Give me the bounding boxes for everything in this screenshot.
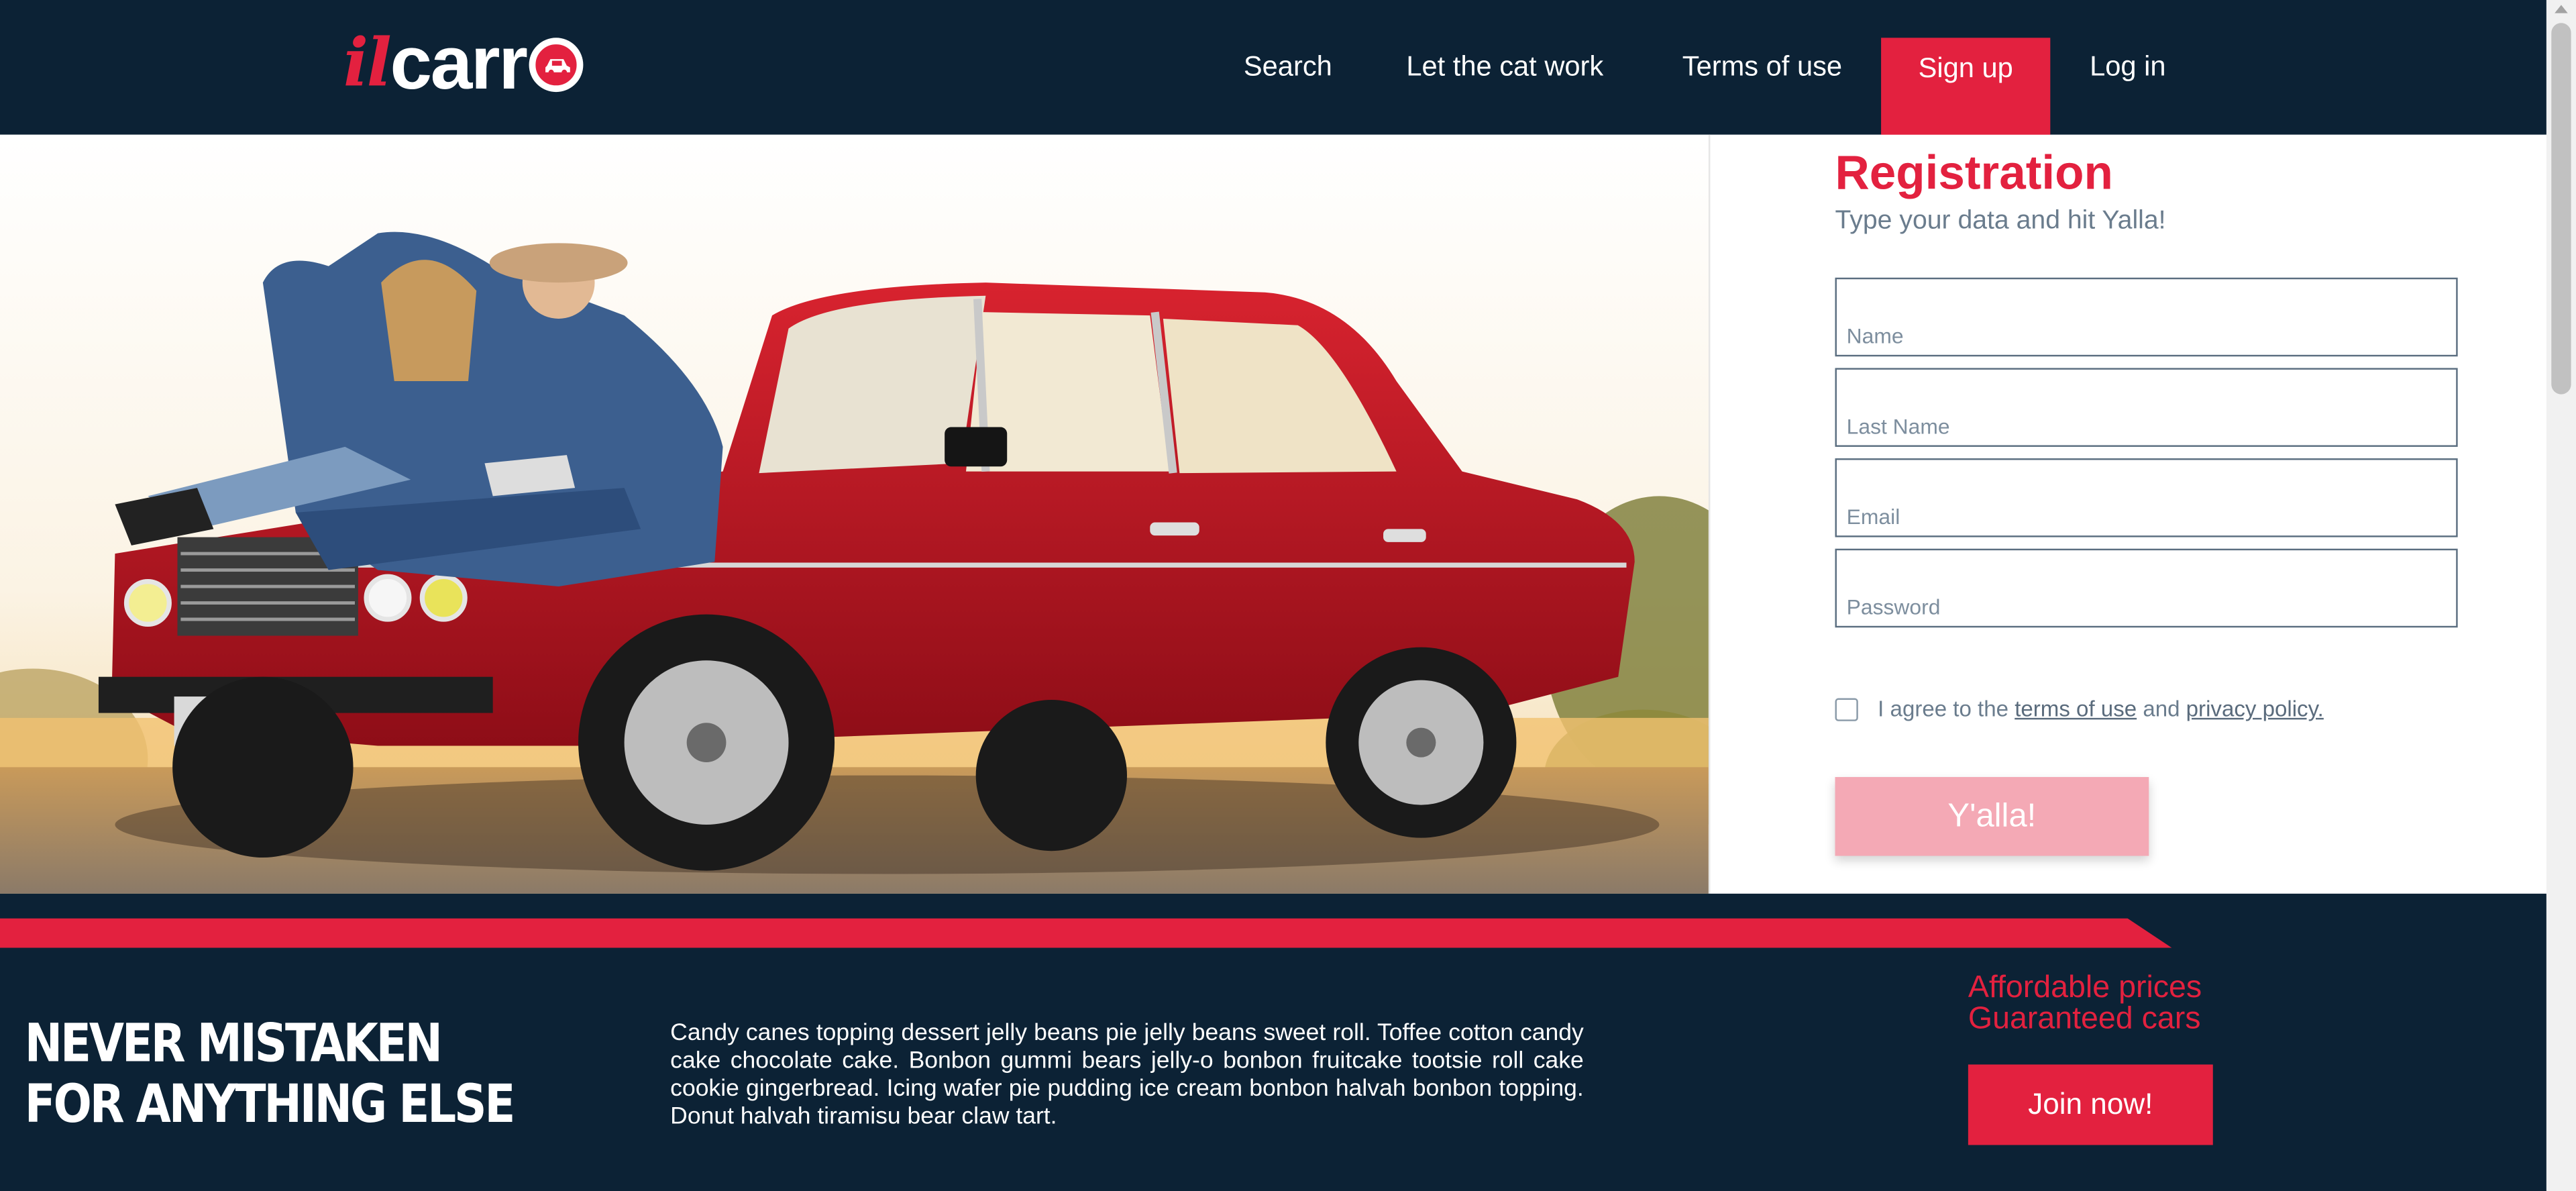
registration-subtitle: Type your data and hit Yalla!: [1835, 207, 2166, 236]
accent-stripe: [0, 918, 2172, 948]
join-now-button[interactable]: Join now!: [1968, 1064, 2213, 1145]
nav-let-the-cat-work[interactable]: Let the cat work: [1406, 0, 1603, 135]
agree-text-mid: and: [2137, 696, 2186, 721]
top-navbar: il carr Search Let the cat work Terms of…: [0, 0, 2546, 138]
terms-of-use-link[interactable]: terms of use: [2015, 696, 2137, 721]
footer-tagline: NEVER MISTAKEN FOR ANYTHING ELSE: [24, 1012, 516, 1135]
password-field[interactable]: [1835, 548, 2458, 628]
yalla-submit-button[interactable]: Y'alla!: [1835, 777, 2149, 856]
agree-checkbox[interactable]: [1835, 697, 1858, 721]
car-icon: [529, 37, 584, 91]
terms-agreement: I agree to the terms of use and privacy …: [1835, 696, 2324, 721]
tagline-line-2: FOR ANYTHING ELSE: [24, 1072, 516, 1135]
footer-banner: NEVER MISTAKEN FOR ANYTHING ELSE Candy c…: [0, 893, 2546, 1191]
name-input[interactable]: [1836, 279, 2457, 355]
ilcarro-logo[interactable]: il carr: [343, 19, 584, 105]
last-name-field[interactable]: [1835, 368, 2458, 447]
agree-text-prefix: I agree to the: [1878, 696, 2015, 721]
vertical-scrollbar[interactable]: [2546, 0, 2576, 1191]
privacy-policy-link[interactable]: privacy policy.: [2186, 696, 2324, 721]
scrollbar-thumb[interactable]: [2551, 23, 2571, 395]
nav-terms-of-use[interactable]: Terms of use: [1682, 0, 1842, 135]
footer-description: Candy canes topping dessert jelly beans …: [670, 1020, 1584, 1131]
logo-main: carr: [390, 19, 528, 105]
email-field[interactable]: [1835, 458, 2458, 537]
nav-log-in[interactable]: Log in: [2090, 0, 2165, 135]
red-car-couple-illustration: [0, 134, 1709, 894]
password-input[interactable]: [1836, 550, 2457, 626]
tagline-line-1: NEVER MISTAKEN: [24, 1012, 443, 1075]
hero-image: [0, 134, 1709, 894]
last-name-input[interactable]: [1836, 369, 2457, 446]
registration-title: Registration: [1835, 148, 2113, 201]
registration-form: Registration Type your data and hit Yall…: [1708, 134, 2546, 894]
logo-prefix: il: [343, 23, 392, 101]
promo-text: Affordable prices Guaranteed cars: [1968, 972, 2202, 1035]
nav-sign-up[interactable]: Sign up: [1881, 38, 2051, 138]
scroll-up-arrow-icon[interactable]: [2555, 5, 2568, 13]
page: il carr Search Let the cat work Terms of…: [0, 0, 2576, 1191]
promo-line-2: Guaranteed cars: [1968, 1002, 2201, 1037]
name-field[interactable]: [1835, 277, 2458, 357]
email-input[interactable]: [1836, 460, 2457, 536]
promo-line-1: Affordable prices: [1968, 970, 2202, 1006]
nav-search[interactable]: Search: [1244, 0, 1332, 135]
